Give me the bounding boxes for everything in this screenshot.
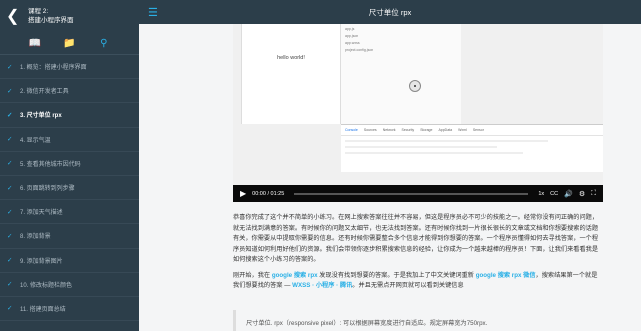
- lesson-label: 8. 添加背景: [20, 234, 51, 241]
- lesson-item[interactable]: ✓ 3. 尺寸单位 rpx: [0, 103, 139, 128]
- progress-bar[interactable]: [294, 192, 529, 195]
- speed-button[interactable]: 1x: [538, 191, 544, 197]
- check-icon: ✓: [7, 232, 13, 240]
- lesson-label: 5. 查看其他城市因代码: [20, 161, 81, 168]
- cc-button[interactable]: CC: [550, 191, 558, 197]
- check-icon: ✓: [7, 63, 13, 71]
- check-icon: ✓: [7, 111, 13, 119]
- link-google-rpx-wechat[interactable]: google 搜索 rpx 微信: [476, 272, 536, 279]
- lesson-label: 3. 尺寸单位 rpx: [20, 113, 62, 120]
- file-item: app.wxss: [345, 41, 360, 45]
- video-controls: ▶ 00:00 / 01:25 1x CC 🔊 ⚙ ⛶: [233, 185, 603, 202]
- article-body: 恭喜你完成了这个并不简单的小练习。在网上搜索答案往往并不容易，但这是程序员必不可…: [233, 213, 603, 297]
- hello-text: hello world!: [277, 55, 305, 61]
- lesson-item[interactable]: ✓ 4. 显示气温: [0, 128, 139, 152]
- check-icon: ✓: [7, 257, 13, 265]
- lesson-label: 6. 页面跳转到列步骤: [20, 186, 75, 193]
- book-icon[interactable]: 📖: [28, 38, 42, 49]
- check-icon: ✓: [7, 281, 13, 289]
- lesson-label: 9. 添加背景图片: [20, 258, 63, 265]
- lesson-item[interactable]: ✓ 8. 添加背景: [0, 224, 139, 249]
- page-title: 尺寸单位 rpx: [368, 7, 412, 17]
- check-icon: ✓: [7, 87, 13, 95]
- search-icon[interactable]: ⚲: [97, 38, 111, 49]
- back-chevron-icon[interactable]: ❮: [6, 8, 22, 25]
- lesson-item[interactable]: ✓ 2. 微信开发者工具: [0, 79, 139, 104]
- paragraph-1: 恭喜你完成了这个并不简单的小练习。在网上搜索答案往往并不容易，但这是程序员必不可…: [233, 214, 599, 263]
- link-google-rpx[interactable]: google 搜索 rpx: [272, 272, 318, 279]
- check-icon: ✓: [7, 136, 13, 144]
- topbar: ☰ 尺寸单位 rpx: [139, 0, 641, 24]
- devtools-tab[interactable]: Network: [383, 128, 396, 132]
- course-title-line2: 搭建小程序界面: [28, 16, 74, 24]
- file-item: app.json: [345, 34, 359, 38]
- fullscreen-icon[interactable]: ⛶: [591, 190, 596, 198]
- main-content: hello world! app.js app.json app.wxss proje…: [139, 24, 641, 331]
- play-icon[interactable]: ▶: [240, 189, 246, 198]
- lesson-label: 4. 显示气温: [20, 137, 51, 144]
- devtools-tab[interactable]: Sources: [364, 128, 377, 132]
- check-icon: ✓: [7, 208, 13, 216]
- lesson-item[interactable]: ✓ 1. 概览：搭建小程序界面: [0, 55, 139, 80]
- course-title: 课程 2: 搭建小程序界面: [28, 8, 74, 25]
- folder-icon[interactable]: 📁: [62, 38, 76, 49]
- cursor-ring-icon: [409, 80, 421, 92]
- lesson-item[interactable]: ✓ 6. 页面跳转到列步骤: [0, 176, 139, 201]
- lesson-label: 10. 修改标题栏颜色: [20, 282, 73, 289]
- lesson-label: 11. 搭建页面总结: [20, 306, 66, 313]
- lesson-label: 2. 微信开发者工具: [20, 89, 69, 96]
- check-icon: ✓: [7, 305, 13, 313]
- devtools-tab[interactable]: AppData: [438, 128, 452, 132]
- devtools-tab[interactable]: Wxml: [458, 128, 467, 132]
- link-wxss-doc[interactable]: WXSS · 小程序 · 腾讯: [292, 282, 352, 289]
- paragraph-2: 刚开始，我在 google 搜索 rpx 发现没有找到想要的答案。于是我加上了中…: [233, 271, 598, 290]
- file-item: app.js: [345, 27, 355, 31]
- video-player[interactable]: hello world! app.js app.json app.wxss proje…: [233, 24, 603, 202]
- lesson-item[interactable]: ✓ 7. 添加天气描述: [0, 200, 139, 225]
- simulator-screen: hello world!: [241, 24, 341, 124]
- devtools-tab[interactable]: Security: [402, 128, 415, 132]
- lesson-label: 1. 概览：搭建小程序界面: [20, 65, 87, 72]
- check-icon: ✓: [7, 184, 13, 192]
- settings-gear-icon[interactable]: ⚙: [579, 190, 585, 198]
- lesson-item[interactable]: ✓ 5. 查看其他城市因代码: [0, 152, 139, 176]
- sidebar: ❮ 课程 2: 搭建小程序界面 📖 📁 ⚲ ✓ 1. 概览：搭建小程序界面 ✓ 2. …: [0, 0, 139, 331]
- blockquote: 尺寸单位. rpx（responsive pixel）: 可以根据屏幕宽度进行自…: [233, 310, 603, 331]
- lesson-label: 7. 添加天气描述: [20, 210, 63, 217]
- file-tree: app.js app.json app.wxss project.config.jso…: [341, 24, 461, 124]
- devtools-tab[interactable]: Storage: [420, 128, 432, 132]
- lesson-item[interactable]: ✓ 11. 搭建页面总结: [0, 297, 139, 322]
- time-display: 00:00 / 01:25: [252, 190, 285, 197]
- volume-icon[interactable]: 🔊: [564, 190, 573, 198]
- course-title-line1: 课程 2:: [28, 8, 49, 15]
- devtools-tab[interactable]: Sensor: [473, 128, 484, 132]
- sidebar-toolbar: 📖 📁 ⚲: [0, 33, 139, 55]
- devtools-tabs: Console Sources Network Security Storage AppD…: [341, 125, 603, 136]
- devtools-tab[interactable]: Console: [345, 128, 358, 132]
- course-header: ❮ 课程 2: 搭建小程序界面: [0, 0, 139, 33]
- lesson-list: ✓ 1. 概览：搭建小程序界面 ✓ 2. 微信开发者工具 ✓ 3. 尺寸单位 rpx ✓ 4.…: [0, 55, 139, 322]
- devtools-panel: Console Sources Network Security Storage AppD…: [341, 124, 603, 172]
- lesson-item[interactable]: ✓ 9. 添加背景图片: [0, 249, 139, 273]
- lesson-item[interactable]: ✓ 10. 修改标题栏颜色: [0, 273, 139, 297]
- check-icon: ✓: [7, 160, 13, 168]
- file-item: project.config.json: [345, 48, 374, 52]
